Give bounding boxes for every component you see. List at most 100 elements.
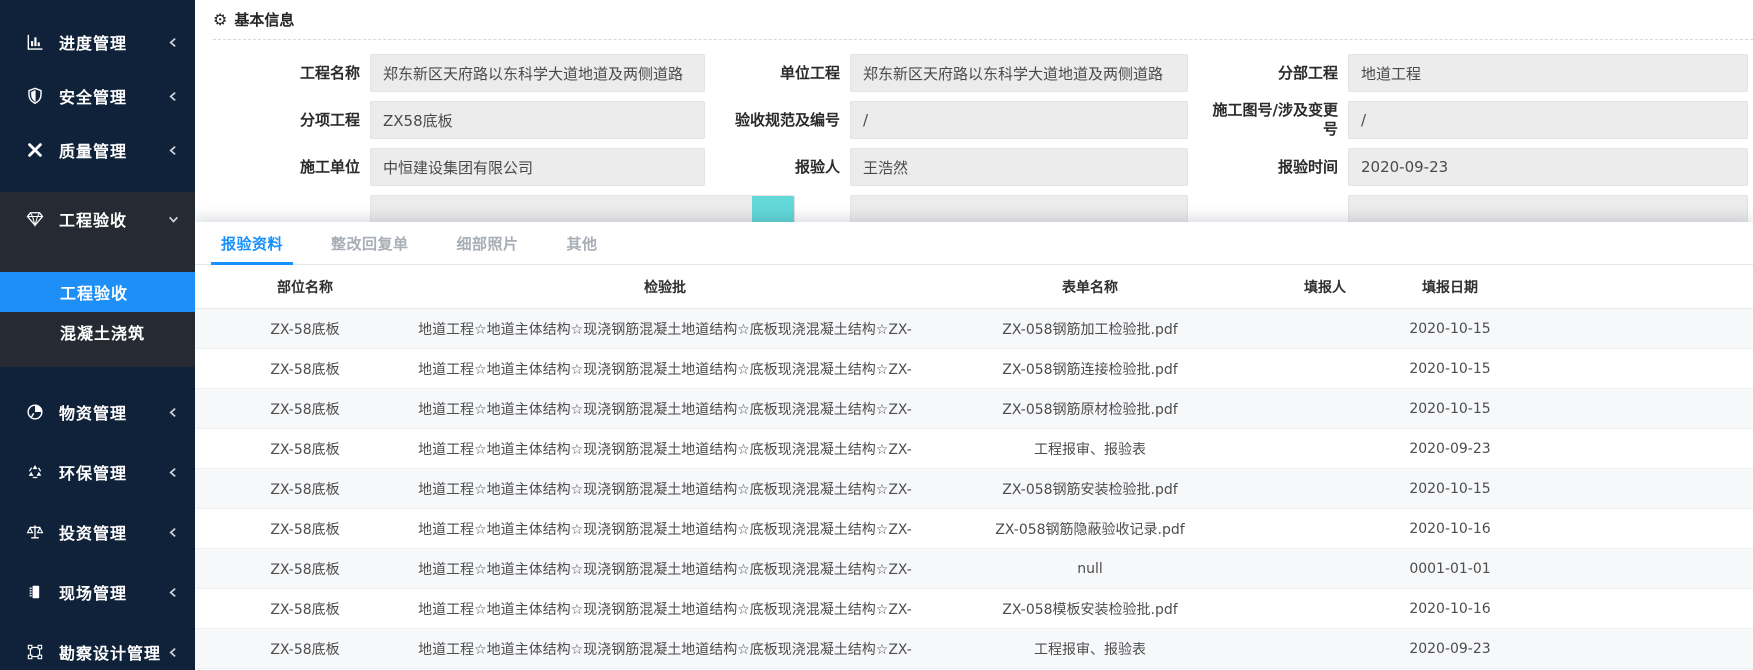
table-row[interactable]: ZX-58底板 地道工程☆地道主体结构☆现浇钢筋混凝土地道结构☆底板现浇混凝土结… bbox=[195, 389, 1753, 429]
cell-date: 2020-10-15 bbox=[1409, 400, 1491, 417]
basic-info-form: 工程名称 郑东新区天府路以东科学大道地道及两侧道路 单位工程 郑东新区天府路以东… bbox=[195, 54, 1753, 233]
tab-other[interactable]: 其他 bbox=[561, 222, 604, 264]
cell-date: 2020-09-23 bbox=[1409, 440, 1491, 457]
acceptance-spec-field[interactable]: / bbox=[850, 101, 1188, 139]
sidebar-item-label: 进度管理 bbox=[59, 34, 128, 53]
chevron-left-icon bbox=[168, 587, 179, 598]
cell-date: 2020-10-15 bbox=[1409, 360, 1491, 377]
tab-bar: 报验资料 整改回复单 细部照片 其他 bbox=[195, 222, 1753, 265]
item-project-label: 分项工程 bbox=[299, 110, 360, 129]
main-content: ⚙ 基本信息 工程名称 郑东新区天府路以东科学大道地道及两侧道路 单位工程 郑东… bbox=[195, 0, 1753, 670]
dashed-divider bbox=[213, 39, 1753, 40]
shield-icon bbox=[24, 85, 46, 107]
table-row[interactable]: ZX-58底板 地道工程☆地道主体结构☆现浇钢筋混凝土地道结构☆底板现浇混凝土结… bbox=[195, 589, 1753, 629]
chevron-left-icon bbox=[168, 467, 179, 478]
sidebar-item-label: 安全管理 bbox=[59, 88, 128, 107]
cell-batch: 地道工程☆地道主体结构☆现浇钢筋混凝土地道结构☆底板现浇混凝土结构☆ZX- bbox=[418, 441, 912, 458]
division-project-field[interactable]: 地道工程 bbox=[1348, 54, 1748, 92]
cell-part: ZX-58底板 bbox=[270, 521, 340, 538]
drawing-change-label: 施工图号/涉及变更号 bbox=[1212, 101, 1338, 138]
inspection-applicant-label: 报验人 bbox=[794, 157, 840, 176]
cell-part: ZX-58底板 bbox=[270, 601, 340, 618]
chevron-left-icon bbox=[168, 407, 179, 418]
item-project-field[interactable]: ZX58底板 bbox=[370, 101, 705, 139]
col-header-part: 部位名称 bbox=[277, 279, 333, 296]
cell-part: ZX-58底板 bbox=[270, 441, 340, 458]
bar-chart-icon bbox=[24, 31, 46, 53]
sidebar: 进度管理 安全管理 质量管理 工程验收 工程验收 混凝土浇筑 物资管理 环保管理… bbox=[0, 0, 195, 670]
cell-form: 工程报审、报验表 bbox=[1034, 641, 1146, 658]
app-window: 进度管理 安全管理 质量管理 工程验收 工程验收 混凝土浇筑 物资管理 环保管理… bbox=[0, 0, 1753, 670]
table-row[interactable]: ZX-58底板 地道工程☆地道主体结构☆现浇钢筋混凝土地道结构☆底板现浇混凝土结… bbox=[195, 309, 1753, 349]
sidebar-subitem-concrete-pouring[interactable]: 混凝土浇筑 bbox=[0, 312, 195, 352]
project-name-field[interactable]: 郑东新区天府路以东科学大道地道及两侧道路 bbox=[370, 54, 705, 92]
sidebar-subitem-acceptance[interactable]: 工程验收 bbox=[0, 272, 195, 312]
chevron-down-icon bbox=[168, 214, 179, 225]
inspection-time-label: 报验时间 bbox=[1277, 157, 1338, 176]
col-header-batch: 检验批 bbox=[644, 279, 686, 296]
construction-unit-field[interactable]: 中恒建设集团有限公司 bbox=[370, 148, 705, 186]
cell-date: 0001-01-01 bbox=[1409, 560, 1491, 577]
cell-batch: 地道工程☆地道主体结构☆现浇钢筋混凝土地道结构☆底板现浇混凝土结构☆ZX- bbox=[418, 321, 912, 338]
inspection-time-field[interactable]: 2020-09-23 bbox=[1348, 148, 1748, 186]
sidebar-item-survey-design[interactable]: 勘察设计管理 bbox=[0, 622, 195, 670]
sidebar-item-label: 环保管理 bbox=[59, 464, 128, 483]
cell-form: ZX-058钢筋加工检验批.pdf bbox=[1002, 321, 1178, 338]
sidebar-item-label: 现场管理 bbox=[59, 584, 128, 603]
quality-x-icon bbox=[24, 139, 46, 161]
sidebar-subitem-label: 混凝土浇筑 bbox=[60, 324, 146, 343]
tab-detail-photos[interactable]: 细部照片 bbox=[451, 222, 525, 264]
cell-date: 2020-10-15 bbox=[1409, 480, 1491, 497]
table-row[interactable]: ZX-58底板 地道工程☆地道主体结构☆现浇钢筋混凝土地道结构☆底板现浇混凝土结… bbox=[195, 429, 1753, 469]
globe-icon bbox=[24, 401, 46, 423]
col-header-filler: 填报人 bbox=[1304, 279, 1346, 296]
cell-date: 2020-09-23 bbox=[1409, 640, 1491, 657]
table-row[interactable]: ZX-58底板 地道工程☆地道主体结构☆现浇钢筋混凝土地道结构☆底板现浇混凝土结… bbox=[195, 509, 1753, 549]
sidebar-item-quality[interactable]: 质量管理 bbox=[0, 123, 195, 177]
sidebar-item-safety[interactable]: 安全管理 bbox=[0, 69, 195, 123]
table-row[interactable]: ZX-58底板 地道工程☆地道主体结构☆现浇钢筋混凝土地道结构☆底板现浇混凝土结… bbox=[195, 469, 1753, 509]
scale-icon bbox=[24, 521, 46, 543]
sidebar-item-label: 物资管理 bbox=[59, 404, 128, 423]
cell-batch: 地道工程☆地道主体结构☆现浇钢筋混凝土地道结构☆底板现浇混凝土结构☆ZX- bbox=[418, 561, 912, 578]
sidebar-item-site[interactable]: 现场管理 bbox=[0, 562, 195, 622]
table-row[interactable]: ZX-58底板 地道工程☆地道主体结构☆现浇钢筋混凝土地道结构☆底板现浇混凝土结… bbox=[195, 349, 1753, 389]
tab-rectification-reply[interactable]: 整改回复单 bbox=[325, 222, 415, 264]
tab-inspection-data[interactable]: 报验资料 bbox=[210, 222, 294, 265]
survey-frame-icon bbox=[24, 641, 46, 663]
project-name-label: 工程名称 bbox=[299, 63, 360, 82]
sidebar-item-label: 质量管理 bbox=[59, 142, 128, 161]
chevron-left-icon bbox=[168, 527, 179, 538]
table-row[interactable]: ZX-58底板 地道工程☆地道主体结构☆现浇钢筋混凝土地道结构☆底板现浇混凝土结… bbox=[195, 549, 1753, 589]
gem-icon bbox=[24, 208, 46, 230]
chevron-left-icon bbox=[168, 647, 179, 658]
sidebar-item-environment[interactable]: 环保管理 bbox=[0, 442, 195, 502]
section-title: 基本信息 bbox=[234, 11, 295, 29]
inspection-table: 部位名称 检验批 表单名称 填报人 填报日期 ZX-58底板 地道工程☆地道主体… bbox=[195, 265, 1753, 670]
sidebar-group-acceptance: 工程验收 工程验收 混凝土浇筑 bbox=[0, 192, 195, 367]
table-row[interactable]: ZX-58底板 地道工程☆地道主体结构☆现浇钢筋混凝土地道结构☆底板现浇混凝土结… bbox=[195, 629, 1753, 669]
cell-date: 2020-10-16 bbox=[1409, 600, 1491, 617]
inspection-data-panel: 报验资料 整改回复单 细部照片 其他 部位名称 检验批 表单名称 填报人 填报日… bbox=[195, 222, 1753, 670]
sidebar-item-progress[interactable]: 进度管理 bbox=[0, 15, 195, 69]
cell-part: ZX-58底板 bbox=[270, 361, 340, 378]
sidebar-item-materials[interactable]: 物资管理 bbox=[0, 382, 195, 442]
cell-form: null bbox=[1077, 560, 1103, 577]
col-header-date: 填报日期 bbox=[1422, 279, 1478, 296]
gear-icon: ⚙ bbox=[213, 9, 228, 29]
basic-info-section: ⚙ 基本信息 工程名称 郑东新区天府路以东科学大道地道及两侧道路 单位工程 郑东… bbox=[195, 0, 1753, 233]
col-header-form: 表单名称 bbox=[1062, 279, 1118, 296]
division-project-label: 分部工程 bbox=[1277, 63, 1338, 82]
sidebar-item-acceptance[interactable]: 工程验收 bbox=[0, 192, 195, 246]
cell-form: ZX-058钢筋安装检验批.pdf bbox=[1002, 481, 1178, 498]
cell-part: ZX-58底板 bbox=[270, 641, 340, 658]
drawing-change-field[interactable]: / bbox=[1348, 101, 1748, 139]
inspection-applicant-field[interactable]: 王浩然 bbox=[850, 148, 1188, 186]
unit-project-field[interactable]: 郑东新区天府路以东科学大道地道及两侧道路 bbox=[850, 54, 1188, 92]
recycle-icon bbox=[24, 461, 46, 483]
cell-batch: 地道工程☆地道主体结构☆现浇钢筋混凝土地道结构☆底板现浇混凝土结构☆ZX- bbox=[418, 601, 912, 618]
sidebar-item-investment[interactable]: 投资管理 bbox=[0, 502, 195, 562]
cell-form: ZX-058模板安装检验批.pdf bbox=[1002, 601, 1178, 618]
unit-project-label: 单位工程 bbox=[779, 63, 840, 82]
cell-form: 工程报审、报验表 bbox=[1034, 441, 1146, 458]
